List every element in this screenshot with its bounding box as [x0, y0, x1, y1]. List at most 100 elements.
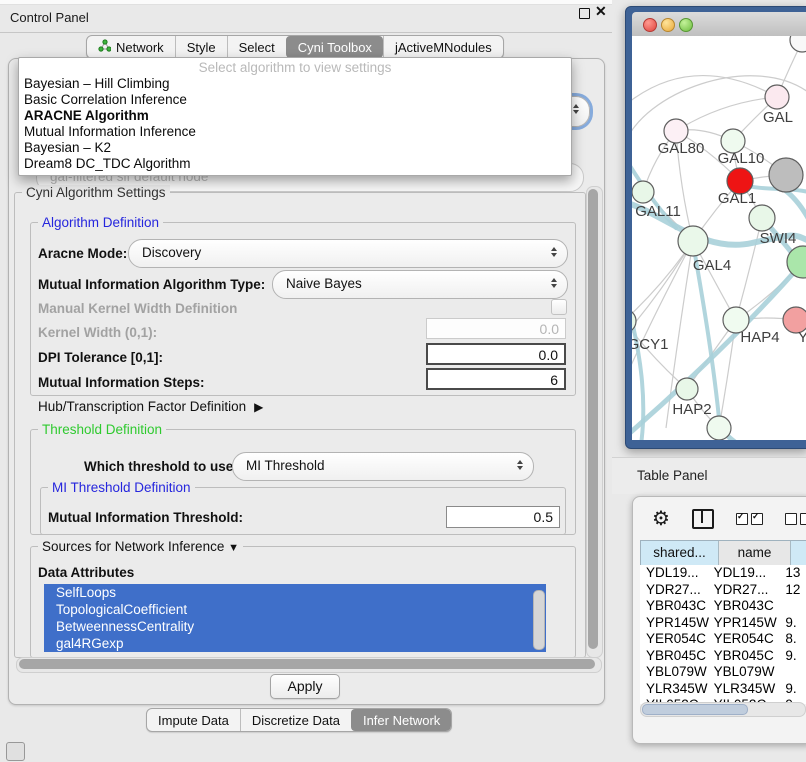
tab-label: jActiveMNodules	[395, 40, 492, 55]
tab-label: Select	[239, 40, 275, 55]
tab-impute-data[interactable]: Impute Data	[147, 709, 240, 731]
cell: YPR145W	[714, 615, 782, 632]
column-header-name[interactable]: name	[719, 541, 791, 565]
list-scrollbar-thumb[interactable]	[533, 590, 545, 650]
mi-type-combo[interactable]: Naive Bayes	[272, 270, 568, 299]
attribute-item-betweennesscentrality[interactable]: BetweennessCentrality	[44, 618, 546, 635]
node-label-hap4: HAP4	[740, 329, 779, 346]
table-row[interactable]: YBL079WYBL079W	[640, 664, 806, 681]
network-node[interactable]	[707, 416, 731, 440]
table-row[interactable]: YBR045CYBR045C9.	[640, 648, 806, 665]
minimize-traffic-light-icon[interactable]	[661, 18, 675, 32]
tab-label: Impute Data	[158, 713, 229, 728]
network-node-gal[interactable]	[765, 85, 789, 109]
algorithm-dropdown-popup: Select algorithm to view settings Bayesi…	[18, 57, 572, 176]
select-all-columns-icon[interactable]	[736, 513, 763, 525]
cell	[781, 598, 806, 615]
tab-label: Cyni Toolbox	[298, 40, 372, 55]
algorithm-option-aracne-algorithm[interactable]: ARACNE Algorithm	[19, 108, 571, 124]
tab-network[interactable]: Network	[87, 36, 175, 58]
cell: 8.	[781, 631, 806, 648]
aracne-mode-combo[interactable]: Discovery	[128, 239, 568, 268]
close-traffic-light-icon[interactable]	[643, 18, 657, 32]
table-row[interactable]: YBR043CYBR043C	[640, 598, 806, 615]
network-window-titlebar[interactable]	[632, 12, 806, 37]
network-node-swi4[interactable]	[749, 205, 775, 231]
table-row[interactable]: YLR345WYLR345W9.	[640, 681, 806, 698]
which-threshold-value: MI Threshold	[246, 458, 325, 473]
table-row[interactable]: YER054CYER054C8.	[640, 631, 806, 648]
table-row[interactable]: YPR145WYPR145W9.	[640, 615, 806, 632]
mi-steps-field[interactable]: 6	[426, 368, 566, 390]
tab-discretize-data[interactable]: Discretize Data	[240, 709, 351, 731]
table-body[interactable]: YDL19...YDL19...13YDR27...YDR27...12YBR0…	[640, 565, 806, 704]
mi-steps-label: Mutual Information Steps:	[38, 375, 205, 390]
tab-jactivemnodules[interactable]: jActiveMNodules	[383, 36, 503, 58]
close-icon[interactable]: ✕	[595, 3, 607, 20]
network-node-gal11[interactable]	[632, 181, 654, 203]
mi-threshold-field[interactable]: 0.5	[446, 506, 560, 528]
hub-definition-expander[interactable]: Hub/Transcription Factor Definition▶	[38, 399, 263, 414]
manual-kernel-label: Manual Kernel Width Definition	[38, 301, 237, 316]
cell: YBR045C	[714, 648, 782, 665]
table-toolbar: ⚙	[652, 508, 806, 529]
algorithm-option-bayesian-k2[interactable]: Bayesian – K2	[19, 140, 571, 156]
manual-kernel-checkbox[interactable]	[551, 299, 567, 315]
attribute-item-topologicalcoefficient[interactable]: TopologicalCoefficient	[44, 601, 546, 618]
table-hscrollbar-thumb[interactable]	[642, 704, 748, 715]
unselect-all-columns-icon[interactable]	[785, 513, 806, 525]
network-node[interactable]	[769, 158, 803, 192]
mi-threshold-title: MI Threshold Definition	[48, 480, 195, 495]
tab-infer-network[interactable]: Infer Network	[351, 709, 451, 731]
attribute-item-gal4rgexp[interactable]: gal4RGexp	[44, 635, 546, 652]
cell: YDR27...	[640, 582, 714, 599]
cyni-bottom-tabs: Impute Data Discretize DataInfer Network	[146, 708, 452, 732]
which-threshold-combo[interactable]: MI Threshold	[232, 452, 534, 481]
kernel-width-field[interactable]: 0.0	[426, 318, 566, 339]
cell: 9.	[781, 681, 806, 698]
dpi-tolerance-label: DPI Tolerance [0,1]:	[38, 350, 163, 365]
node-label-gal1: GAL1	[718, 190, 756, 207]
table-row[interactable]: YDR27...YDR27...12	[640, 582, 806, 599]
table-row[interactable]: YDL19...YDL19...13	[640, 565, 806, 582]
node-label-gal: GAL	[763, 109, 793, 126]
algorithm-option-dream8-dc-tdc-algorithm[interactable]: Dream8 DC_TDC Algorithm	[19, 156, 571, 172]
column-header-shared-[interactable]: shared...	[641, 541, 719, 565]
node-label-y: Y	[798, 329, 806, 346]
tab-cyni-toolbox[interactable]: Cyni Toolbox	[286, 36, 383, 58]
cell: 9.	[781, 648, 806, 665]
network-view-canvas[interactable]: GALGAL80GAL10GAL1GAL11SWI4GAL4GCY1HAP4YH…	[632, 36, 806, 440]
network-edge-highlighted	[784, 436, 806, 440]
apply-button[interactable]: Apply	[270, 674, 340, 699]
zoom-traffic-light-icon[interactable]	[679, 18, 693, 32]
sources-title[interactable]: Sources for Network Inference ▼	[38, 539, 243, 554]
dpi-tolerance-field[interactable]: 0.0	[426, 343, 566, 365]
algorithm-option-basic-correlation-inference[interactable]: Basic Correlation Inference	[19, 92, 571, 108]
network-graph-icon	[98, 39, 111, 55]
network-node-hap2[interactable]	[676, 378, 698, 400]
control-panel-title: Control Panel	[10, 10, 89, 25]
cell: 9.	[781, 615, 806, 632]
vertical-scrollbar-thumb[interactable]	[588, 189, 598, 649]
tab-select[interactable]: Select	[227, 36, 286, 58]
data-attributes-list[interactable]: SelfLoopsTopologicalCoefficientBetweenne…	[44, 584, 546, 655]
cell: YLR345W	[640, 681, 714, 698]
aracne-mode-label: Aracne Mode:	[38, 246, 127, 261]
float-window-icon[interactable]	[579, 8, 590, 19]
attribute-item-selfloops[interactable]: SelfLoops	[44, 584, 546, 601]
minimized-panel-icon[interactable]	[6, 742, 25, 761]
network-graph[interactable]: GALGAL80GAL10GAL1GAL11SWI4GAL4GCY1HAP4YH…	[632, 36, 806, 440]
tab-style[interactable]: Style	[175, 36, 227, 58]
aracne-mode-value: Discovery	[142, 245, 201, 260]
gear-icon[interactable]: ⚙	[652, 509, 670, 529]
split-columns-icon[interactable]	[692, 509, 714, 529]
cell: YBL079W	[640, 664, 714, 681]
network-node-gal4[interactable]	[678, 226, 708, 256]
algorithm-option-bayesian-hill-climbing[interactable]: Bayesian – Hill Climbing	[19, 76, 571, 92]
algorithm-definition-title: Algorithm Definition	[38, 215, 163, 230]
algorithm-option-mutual-information-inference[interactable]: Mutual Information Inference	[19, 124, 571, 140]
network-node[interactable]	[790, 36, 806, 52]
column-header-a[interactable]: A	[791, 541, 806, 565]
horizontal-scrollbar-thumb[interactable]	[19, 659, 595, 669]
hub-definition-label: Hub/Transcription Factor Definition	[38, 399, 246, 414]
